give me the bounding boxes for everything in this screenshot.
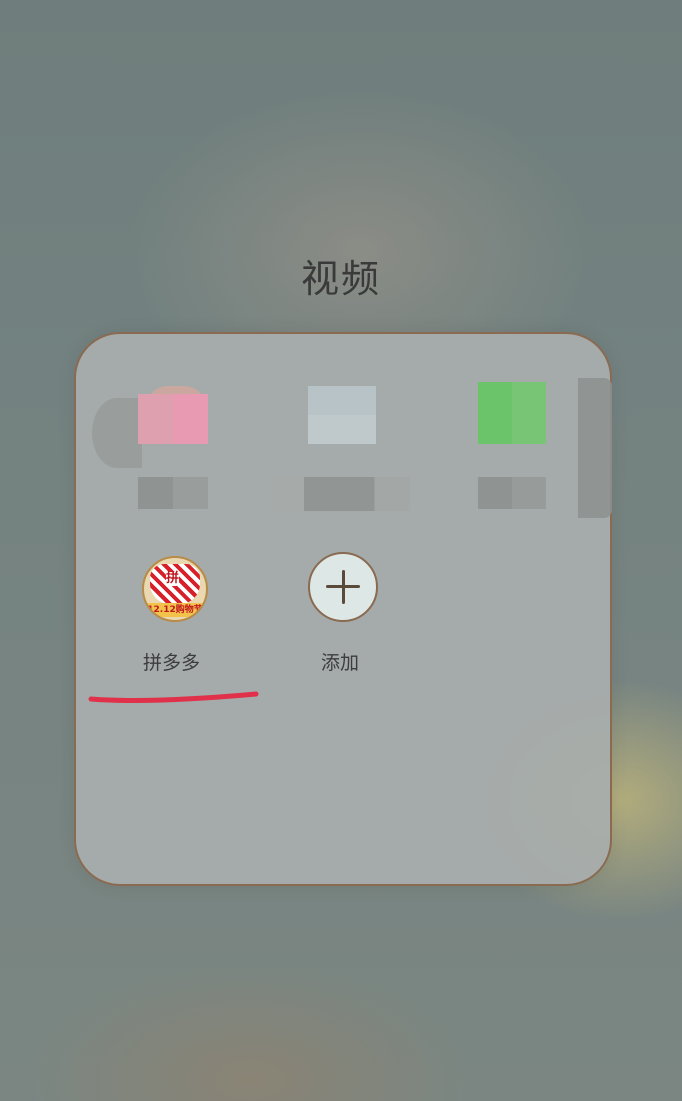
blurred-app-3-label [478,477,546,509]
plus-icon [308,552,378,622]
annotation-underline [88,691,259,703]
app-label-pinduoduo: 拼多多 [143,652,201,674]
blurred-app-1-icon [92,398,142,468]
pinduoduo-glyph: 拼 [166,571,180,586]
blurred-app-4-edge [578,378,612,518]
blurred-app-1-pixel [138,394,208,444]
blurred-app-2-label [274,477,410,511]
blurred-app-2-icon [308,386,376,444]
app-label-add: 添加 [321,652,360,674]
pinduoduo-badge: 12.12购物节 [146,603,204,617]
pinduoduo-icon: 拼 12.12购物节 [142,556,208,622]
plus-icon-vertical [341,570,345,604]
folder-panel: 拼 12.12购物节 拼多多 添加 [74,332,612,886]
blurred-app-1-label [138,477,208,509]
folder-title[interactable]: 视频 [0,248,682,303]
blurred-app-3-icon [478,382,546,444]
